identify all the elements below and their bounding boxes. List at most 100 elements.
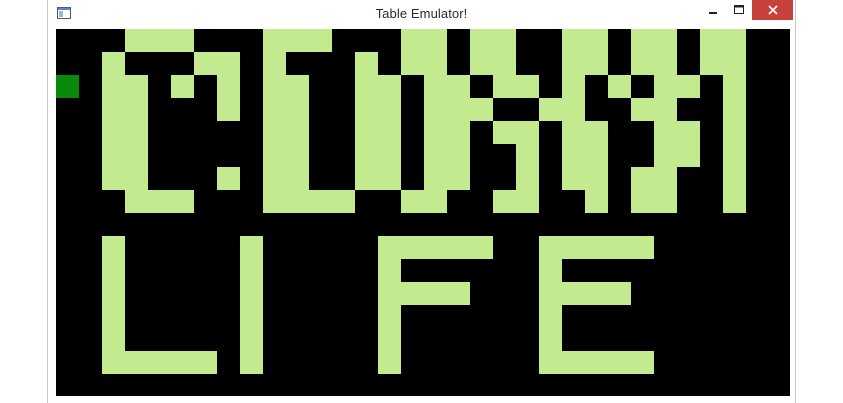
- live-cell[interactable]: [286, 121, 309, 144]
- live-cell[interactable]: [677, 121, 700, 144]
- live-cell[interactable]: [447, 75, 470, 98]
- live-cell[interactable]: [263, 190, 286, 213]
- live-cell[interactable]: [378, 75, 401, 98]
- live-cell[interactable]: [148, 190, 171, 213]
- live-cell[interactable]: [240, 282, 263, 305]
- live-cell[interactable]: [263, 144, 286, 167]
- live-cell[interactable]: [539, 282, 562, 305]
- live-cell[interactable]: [378, 236, 401, 259]
- minimize-button[interactable]: [699, 0, 726, 20]
- live-cell[interactable]: [125, 144, 148, 167]
- live-cell[interactable]: [378, 121, 401, 144]
- live-cell[interactable]: [332, 190, 355, 213]
- live-cell[interactable]: [447, 144, 470, 167]
- live-cell[interactable]: [562, 75, 585, 98]
- live-cell[interactable]: [723, 144, 746, 167]
- live-cell[interactable]: [608, 75, 631, 98]
- live-cell[interactable]: [585, 351, 608, 374]
- live-cell[interactable]: [723, 29, 746, 52]
- live-cell[interactable]: [263, 52, 286, 75]
- live-cell[interactable]: [102, 236, 125, 259]
- live-cell[interactable]: [539, 259, 562, 282]
- live-cell[interactable]: [355, 121, 378, 144]
- live-cell[interactable]: [263, 167, 286, 190]
- live-cell[interactable]: [631, 167, 654, 190]
- live-cell[interactable]: [171, 351, 194, 374]
- live-cell[interactable]: [378, 167, 401, 190]
- live-cell[interactable]: [125, 75, 148, 98]
- live-cell[interactable]: [401, 29, 424, 52]
- live-cell[interactable]: [562, 29, 585, 52]
- live-cell[interactable]: [493, 52, 516, 75]
- live-cell[interactable]: [424, 98, 447, 121]
- live-cell[interactable]: [125, 121, 148, 144]
- live-cell[interactable]: [654, 167, 677, 190]
- live-cell[interactable]: [585, 236, 608, 259]
- live-cell[interactable]: [355, 167, 378, 190]
- live-cell[interactable]: [240, 259, 263, 282]
- live-cell[interactable]: [401, 52, 424, 75]
- live-cell[interactable]: [240, 351, 263, 374]
- live-cell[interactable]: [470, 29, 493, 52]
- live-cell[interactable]: [286, 190, 309, 213]
- live-cell[interactable]: [493, 190, 516, 213]
- live-cell[interactable]: [125, 190, 148, 213]
- live-cell[interactable]: [447, 236, 470, 259]
- live-cell[interactable]: [378, 328, 401, 351]
- live-cell[interactable]: [700, 52, 723, 75]
- live-cell[interactable]: [585, 144, 608, 167]
- live-cell[interactable]: [562, 167, 585, 190]
- live-cell[interactable]: [608, 236, 631, 259]
- live-cell[interactable]: [631, 190, 654, 213]
- live-cell[interactable]: [585, 190, 608, 213]
- live-cell[interactable]: [447, 98, 470, 121]
- live-cell[interactable]: [102, 167, 125, 190]
- live-cell[interactable]: [424, 52, 447, 75]
- live-cell[interactable]: [125, 98, 148, 121]
- live-cell[interactable]: [171, 75, 194, 98]
- close-button[interactable]: [752, 0, 793, 20]
- live-cell[interactable]: [516, 144, 539, 167]
- title-bar[interactable]: Table Emulator!: [48, 0, 795, 28]
- live-cell[interactable]: [217, 98, 240, 121]
- live-cell[interactable]: [217, 52, 240, 75]
- live-cell[interactable]: [654, 121, 677, 144]
- live-cell[interactable]: [562, 98, 585, 121]
- live-cell[interactable]: [585, 29, 608, 52]
- live-cell[interactable]: [539, 351, 562, 374]
- live-cell[interactable]: [286, 167, 309, 190]
- live-cell[interactable]: [194, 52, 217, 75]
- live-cell[interactable]: [493, 29, 516, 52]
- live-cell[interactable]: [424, 29, 447, 52]
- live-cell[interactable]: [539, 98, 562, 121]
- live-cell[interactable]: [194, 351, 217, 374]
- live-cell[interactable]: [539, 305, 562, 328]
- live-cell[interactable]: [631, 351, 654, 374]
- live-cell[interactable]: [102, 52, 125, 75]
- live-cell[interactable]: [723, 190, 746, 213]
- live-cell[interactable]: [539, 328, 562, 351]
- live-cell[interactable]: [631, 29, 654, 52]
- live-cell[interactable]: [286, 144, 309, 167]
- live-cell[interactable]: [240, 305, 263, 328]
- live-cell[interactable]: [516, 121, 539, 144]
- live-cell[interactable]: [401, 190, 424, 213]
- live-cell[interactable]: [654, 98, 677, 121]
- live-cell[interactable]: [424, 282, 447, 305]
- live-cell[interactable]: [700, 29, 723, 52]
- live-cell[interactable]: [631, 236, 654, 259]
- live-cell[interactable]: [631, 98, 654, 121]
- live-cell[interactable]: [470, 236, 493, 259]
- live-cell[interactable]: [723, 121, 746, 144]
- live-cell[interactable]: [654, 75, 677, 98]
- live-cell[interactable]: [608, 282, 631, 305]
- live-cell[interactable]: [562, 282, 585, 305]
- live-cell[interactable]: [286, 29, 309, 52]
- live-cell[interactable]: [447, 282, 470, 305]
- live-cell[interactable]: [677, 144, 700, 167]
- live-cell[interactable]: [102, 328, 125, 351]
- live-cell[interactable]: [102, 282, 125, 305]
- live-cell[interactable]: [286, 75, 309, 98]
- live-cell[interactable]: [562, 236, 585, 259]
- live-cell[interactable]: [148, 351, 171, 374]
